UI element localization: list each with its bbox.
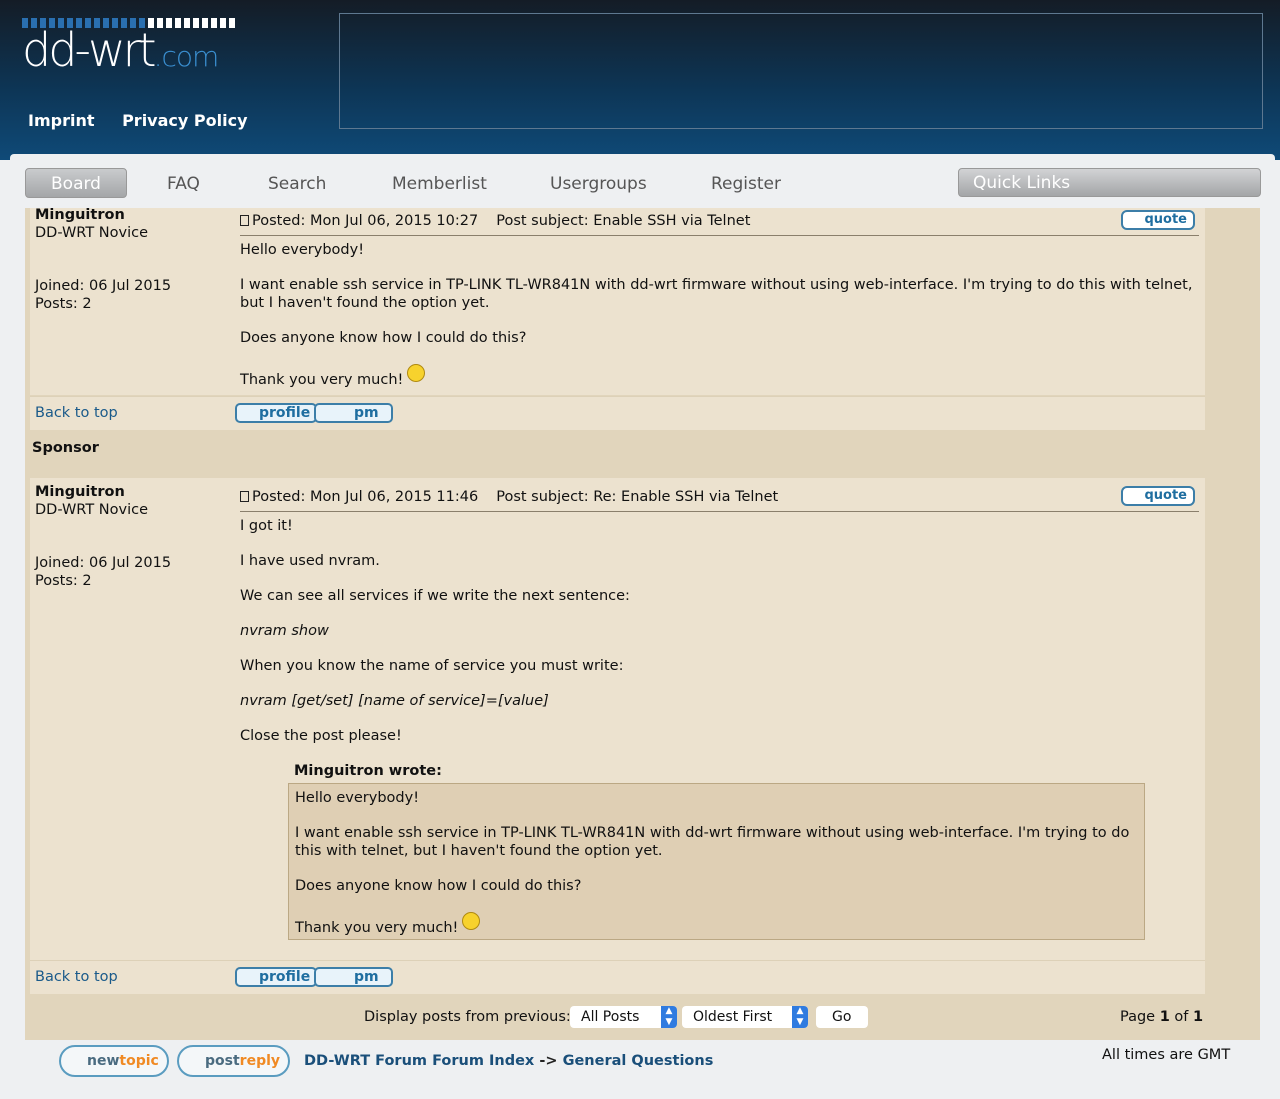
post-paragraph: Does anyone know how I could do this? bbox=[240, 330, 527, 346]
post-author-info: Minguitron DD-WRT Novice Joined: 06 Jul … bbox=[35, 483, 230, 590]
breadcrumb: DD-WRT Forum Forum Index -> General Ques… bbox=[304, 1053, 713, 1069]
code-paragraph: nvram show bbox=[240, 623, 329, 639]
posts-filter-select[interactable]: All Posts ▲ ▼ bbox=[570, 1006, 677, 1028]
post-paragraph: I have used nvram. bbox=[240, 553, 380, 569]
site-header: dd-wrt.com Imprint Privacy Policy bbox=[0, 0, 1280, 160]
display-posts-label: Display posts from previous: bbox=[364, 1009, 571, 1025]
post-reply-label-accent: reply bbox=[239, 1053, 281, 1069]
sponsor-label: Sponsor bbox=[32, 440, 99, 456]
new-topic-label-accent: topic bbox=[119, 1053, 159, 1069]
nav-memberlist[interactable]: Memberlist bbox=[392, 174, 487, 194]
sort-order-select[interactable]: Oldest First ▲ ▼ bbox=[682, 1006, 808, 1028]
post-paragraph: When you know the name of service you mu… bbox=[240, 658, 624, 674]
post-paragraph: We can see all services if we write the … bbox=[240, 588, 630, 604]
author-name[interactable]: Minguitron bbox=[35, 483, 230, 501]
quote-block: Minguitron wrote: Hello everybody! I wan… bbox=[288, 763, 1145, 940]
post-icon bbox=[240, 215, 249, 226]
post-subject: Post subject: Enable SSH via Telnet bbox=[496, 213, 751, 229]
post-date: Posted: Mon Jul 06, 2015 10:27 bbox=[252, 213, 479, 229]
nav-register[interactable]: Register bbox=[711, 174, 781, 194]
post-text: I got it! I have used nvram. We can see … bbox=[240, 512, 1205, 940]
go-button[interactable]: Go bbox=[816, 1006, 868, 1028]
post-1-footer: Back to top profile pm bbox=[30, 396, 1205, 430]
breadcrumb-general-questions[interactable]: General Questions bbox=[563, 1053, 714, 1069]
post-paragraph: I got it! bbox=[240, 518, 293, 534]
select-arrows-icon: ▲ ▼ bbox=[661, 1006, 677, 1028]
post-author-info: Minguitron DD-WRT Novice Joined: 06 Jul … bbox=[35, 206, 230, 313]
main-nav: Board FAQ Search Memberlist Usergroups R… bbox=[25, 168, 1265, 198]
author-joined: Joined: 06 Jul 2015 bbox=[35, 278, 172, 294]
post-header: Posted: Mon Jul 06, 2015 10:27 Post subje… bbox=[240, 208, 1199, 236]
back-to-top-link[interactable]: Back to top bbox=[35, 405, 118, 421]
timezone-note: All times are GMT bbox=[1102, 1047, 1231, 1063]
profile-button[interactable]: profile bbox=[235, 403, 318, 423]
quick-links-dropdown[interactable]: Quick Links bbox=[958, 168, 1261, 197]
logo-text: dd-wrt bbox=[22, 23, 157, 77]
quote-paragraph: Hello everybody! bbox=[295, 790, 420, 806]
breadcrumb-separator: -> bbox=[539, 1053, 558, 1069]
smile-emoji-icon bbox=[462, 912, 481, 930]
nav-search[interactable]: Search bbox=[268, 174, 326, 194]
imprint-link[interactable]: Imprint bbox=[28, 111, 95, 130]
posts-filter-value: All Posts bbox=[581, 1009, 640, 1025]
quote-paragraph: Thank you very much! bbox=[295, 920, 459, 936]
quote-paragraph: I want enable ssh service in TP-LINK TL-… bbox=[295, 825, 1130, 859]
post-icon bbox=[240, 491, 249, 502]
page-prefix: Page bbox=[1120, 1009, 1156, 1025]
post-subject: Post subject: Re: Enable SSH via Telnet bbox=[496, 489, 779, 505]
post-2-footer: Back to top profile pm bbox=[30, 960, 1205, 994]
author-rank: DD-WRT Novice bbox=[35, 225, 149, 241]
dd-wrt-logo[interactable]: dd-wrt.com bbox=[22, 18, 286, 74]
quote-box: Hello everybody! I want enable ssh servi… bbox=[288, 783, 1145, 940]
page-current: 1 bbox=[1159, 1009, 1170, 1025]
ad-banner bbox=[339, 13, 1263, 129]
author-posts: Posts: 2 bbox=[35, 296, 92, 312]
new-topic-button[interactable]: newtopic bbox=[59, 1045, 169, 1077]
author-joined: Joined: 06 Jul 2015 bbox=[35, 555, 172, 571]
new-topic-label: new bbox=[87, 1053, 120, 1069]
post-2: Minguitron DD-WRT Novice Joined: 06 Jul … bbox=[30, 478, 1205, 960]
post-header: Posted: Mon Jul 06, 2015 11:46 Post subje… bbox=[240, 484, 1199, 512]
profile-button[interactable]: profile bbox=[235, 967, 318, 987]
quote-author: Minguitron wrote: bbox=[294, 763, 442, 779]
post-paragraph: Hello everybody! bbox=[240, 242, 365, 258]
post-date: Posted: Mon Jul 06, 2015 11:46 bbox=[252, 489, 479, 505]
code-paragraph: nvram [get/set] [name of service]=[value… bbox=[240, 693, 549, 709]
post-1: Minguitron DD-WRT Novice Joined: 06 Jul … bbox=[30, 206, 1205, 395]
nav-faq[interactable]: FAQ bbox=[167, 174, 200, 194]
quote-paragraph: Does anyone know how I could do this? bbox=[295, 878, 582, 894]
page-of: of bbox=[1174, 1009, 1189, 1025]
post-text: Hello everybody! I want enable ssh servi… bbox=[240, 236, 1205, 389]
nav-board[interactable]: Board bbox=[25, 168, 127, 198]
back-to-top-link[interactable]: Back to top bbox=[35, 969, 118, 985]
author-name[interactable]: Minguitron bbox=[35, 206, 230, 224]
author-rank: DD-WRT Novice bbox=[35, 502, 149, 518]
quote-button[interactable]: quote bbox=[1121, 210, 1195, 230]
breadcrumb-forum-index[interactable]: DD-WRT Forum Forum Index bbox=[304, 1053, 534, 1069]
post-reply-label: post bbox=[205, 1053, 240, 1069]
smile-emoji-icon bbox=[407, 364, 426, 382]
privacy-policy-link[interactable]: Privacy Policy bbox=[122, 111, 247, 130]
nav-usergroups[interactable]: Usergroups bbox=[550, 174, 647, 194]
page-total: 1 bbox=[1193, 1009, 1204, 1025]
post-body: Posted: Mon Jul 06, 2015 10:27 Post subje… bbox=[240, 208, 1205, 406]
logo-suffix: .com bbox=[153, 40, 220, 73]
post-paragraph: I want enable ssh service in TP-LINK TL-… bbox=[240, 277, 1193, 311]
topic-content: Minguitron DD-WRT Novice Joined: 06 Jul … bbox=[25, 206, 1260, 1040]
select-arrows-icon: ▲ ▼ bbox=[792, 1006, 808, 1028]
pagination: Page 1 of 1 bbox=[1120, 1009, 1203, 1025]
post-paragraph: Close the post please! bbox=[240, 728, 402, 744]
sort-order-value: Oldest First bbox=[693, 1009, 773, 1025]
pm-button[interactable]: pm bbox=[314, 967, 393, 987]
post-reply-button[interactable]: postreply bbox=[177, 1045, 291, 1077]
pm-button[interactable]: pm bbox=[314, 403, 393, 423]
quote-button[interactable]: quote bbox=[1121, 486, 1195, 506]
author-posts: Posts: 2 bbox=[35, 573, 92, 589]
post-paragraph: Thank you very much! bbox=[240, 372, 404, 388]
post-body: Posted: Mon Jul 06, 2015 11:46 Post subje… bbox=[240, 484, 1205, 940]
